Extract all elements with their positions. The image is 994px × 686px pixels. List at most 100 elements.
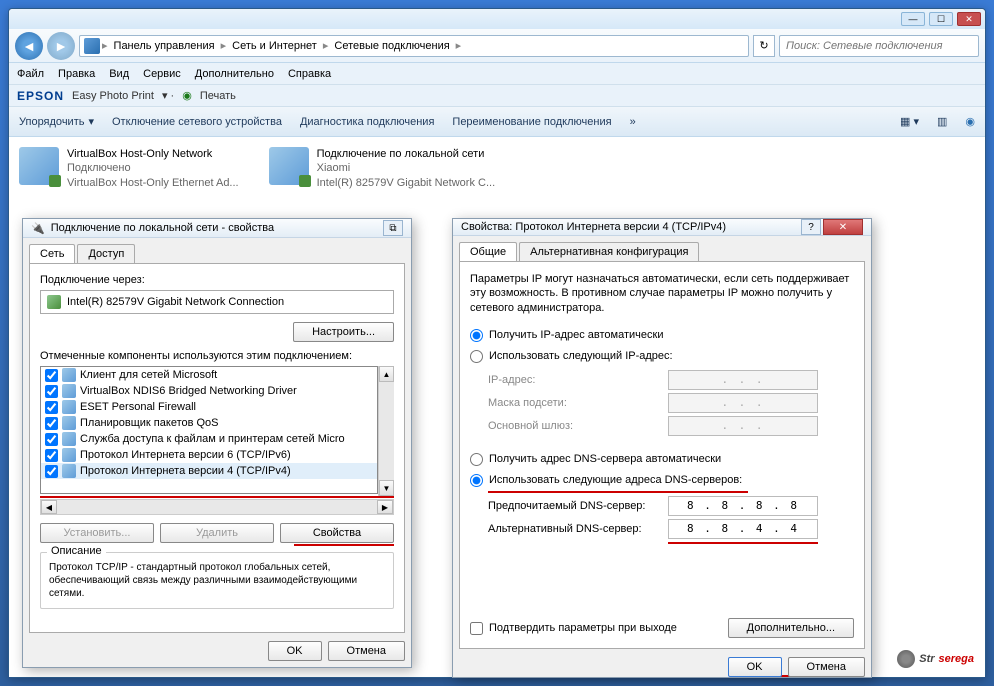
list-item[interactable]: Протокол Интернета версии 6 (TCP/IPv6) — [41, 447, 377, 463]
tabs: Сеть Доступ — [29, 244, 405, 264]
auto-dns-radio[interactable] — [470, 453, 483, 466]
component-checkbox[interactable] — [45, 465, 58, 478]
connection-title: VirtualBox Host-Only Network — [67, 147, 239, 161]
menu-help[interactable]: Справка — [288, 68, 331, 80]
help-button[interactable]: ◉ — [965, 115, 975, 128]
breadcrumb[interactable]: ▸ Панель управления ▸ Сеть и Интернет ▸ … — [79, 35, 749, 57]
chevron-right-icon: ▸ — [221, 39, 227, 52]
disable-device-button[interactable]: Отключение сетевого устройства — [112, 116, 282, 128]
connection-properties-dialog: 🔌Подключение по локальной сети - свойств… — [22, 218, 412, 668]
menu-advanced[interactable]: Дополнительно — [195, 68, 274, 80]
maximize-button[interactable]: ☐ — [929, 12, 953, 26]
properties-button[interactable]: Свойства — [280, 523, 394, 543]
menu-file[interactable]: Файл — [17, 68, 44, 80]
dialog-title-bar[interactable]: 🔌Подключение по локальной сети - свойств… — [23, 219, 411, 238]
validate-checkbox[interactable] — [470, 622, 483, 635]
auto-ip-radio[interactable] — [470, 329, 483, 342]
close-button[interactable]: ✕ — [957, 12, 981, 26]
description-text: Протокол TCP/IP - стандартный протокол г… — [49, 561, 385, 600]
dialog-title-bar[interactable]: Свойства: Протокол Интернета версии 4 (T… — [453, 219, 871, 236]
more-button[interactable]: » — [630, 116, 636, 128]
tab-alternate[interactable]: Альтернативная конфигурация — [519, 242, 699, 261]
component-checkbox[interactable] — [45, 449, 58, 462]
dialog-whatsthis-button[interactable]: ⧉ — [383, 220, 403, 236]
chevron-right-icon: ▸ — [456, 39, 462, 52]
refresh-button[interactable]: ↻ — [753, 35, 775, 57]
components-list[interactable]: Клиент для сетей Microsoft VirtualBox ND… — [40, 366, 378, 494]
scroll-right-button[interactable]: ▶ — [377, 500, 393, 514]
organize-button[interactable]: Упорядочить ▾ — [19, 115, 94, 128]
network-icon — [84, 38, 100, 54]
component-checkbox[interactable] — [45, 385, 58, 398]
cancel-button[interactable]: Отмена — [788, 657, 865, 677]
service-icon — [62, 432, 76, 446]
description-group: Описание Протокол TCP/IP - стандартный п… — [40, 552, 394, 609]
manual-dns-radio[interactable] — [470, 474, 483, 487]
components-label: Отмеченные компоненты используются этим … — [40, 350, 394, 362]
breadcrumb-item[interactable]: Панель управления — [110, 38, 219, 54]
connection-status: Xiaomi — [317, 161, 496, 175]
preview-button[interactable]: ▥ — [937, 115, 947, 128]
menu-edit[interactable]: Правка — [58, 68, 95, 80]
gateway-input: . . . — [668, 416, 818, 436]
manual-dns-label: Использовать следующие адреса DNS-сервер… — [489, 474, 742, 486]
alternate-dns-input[interactable]: 8 . 8 . 4 . 4 — [668, 519, 818, 539]
scroll-down-button[interactable]: ▼ — [379, 480, 394, 496]
description-title: Описание — [47, 545, 106, 557]
component-checkbox[interactable] — [45, 369, 58, 382]
epson-label[interactable]: Easy Photo Print — [72, 90, 154, 102]
install-button[interactable]: Установить... — [40, 523, 154, 543]
connection-device: Intel(R) 82579V Gigabit Network C... — [317, 176, 496, 190]
rename-button[interactable]: Переименование подключения — [452, 116, 611, 128]
preferred-dns-label: Предпочитаемый DNS-сервер: — [488, 500, 668, 512]
list-item[interactable]: Планировщик пакетов QoS — [41, 415, 377, 431]
protocol-icon — [62, 464, 76, 478]
h-scrollbar[interactable]: ◀▶ — [40, 499, 394, 515]
component-checkbox[interactable] — [45, 401, 58, 414]
configure-button[interactable]: Настроить... — [293, 322, 394, 342]
connection-device: VirtualBox Host-Only Ethernet Ad... — [67, 176, 239, 190]
preferred-dns-input[interactable]: 8 . 8 . 8 . 8 — [668, 496, 818, 516]
search-input[interactable] — [779, 35, 979, 57]
list-item[interactable]: ESET Personal Firewall — [41, 399, 377, 415]
forward-button[interactable]: ► — [47, 32, 75, 60]
minimize-button[interactable]: — — [901, 12, 925, 26]
scrollbar[interactable]: ▲▼ — [378, 366, 394, 496]
tab-access[interactable]: Доступ — [77, 244, 135, 263]
ipv4-properties-dialog: Свойства: Протокол Интернета версии 4 (T… — [452, 218, 872, 678]
dialog-title: Подключение по локальной сети - свойства — [51, 222, 274, 234]
tab-network[interactable]: Сеть — [29, 244, 75, 263]
epson-print[interactable]: Печать — [200, 90, 236, 102]
help-button[interactable]: ? — [801, 219, 821, 235]
ip-address-label: IP-адрес: — [488, 374, 668, 386]
menu-tools[interactable]: Сервис — [143, 68, 181, 80]
gateway-label: Основной шлюз: — [488, 420, 668, 432]
menu-view[interactable]: Вид — [109, 68, 129, 80]
ok-button[interactable]: OK — [268, 641, 322, 661]
view-button[interactable]: ▦ ▾ — [900, 115, 919, 128]
remove-button[interactable]: Удалить — [160, 523, 274, 543]
breadcrumb-item[interactable]: Сеть и Интернет — [228, 38, 321, 54]
breadcrumb-item[interactable]: Сетевые подключения — [330, 38, 453, 54]
epson-bar: EPSON Easy Photo Print ▾ · ◉ Печать — [9, 85, 985, 107]
advanced-button[interactable]: Дополнительно... — [728, 618, 854, 638]
ok-button[interactable]: OK — [728, 657, 782, 677]
protocol-icon — [62, 448, 76, 462]
component-checkbox[interactable] — [45, 417, 58, 430]
cancel-button[interactable]: Отмена — [328, 641, 405, 661]
manual-ip-radio[interactable] — [470, 350, 483, 363]
back-button[interactable]: ◄ — [15, 32, 43, 60]
tab-general[interactable]: Общие — [459, 242, 517, 261]
diagnose-button[interactable]: Диагностика подключения — [300, 116, 434, 128]
list-item[interactable]: Клиент для сетей Microsoft — [41, 367, 377, 383]
scroll-left-button[interactable]: ◀ — [41, 500, 57, 514]
connection-title: Подключение по локальной сети — [317, 147, 496, 161]
scroll-up-button[interactable]: ▲ — [379, 366, 394, 382]
validate-label: Подтвердить параметры при выходе — [489, 622, 677, 634]
menu-bar: Файл Правка Вид Сервис Дополнительно Спр… — [9, 63, 985, 85]
component-checkbox[interactable] — [45, 433, 58, 446]
close-button[interactable]: ✕ — [823, 219, 863, 235]
list-item[interactable]: Протокол Интернета версии 4 (TCP/IPv4) — [41, 463, 377, 479]
list-item[interactable]: VirtualBox NDIS6 Bridged Networking Driv… — [41, 383, 377, 399]
list-item[interactable]: Служба доступа к файлам и принтерам сете… — [41, 431, 377, 447]
